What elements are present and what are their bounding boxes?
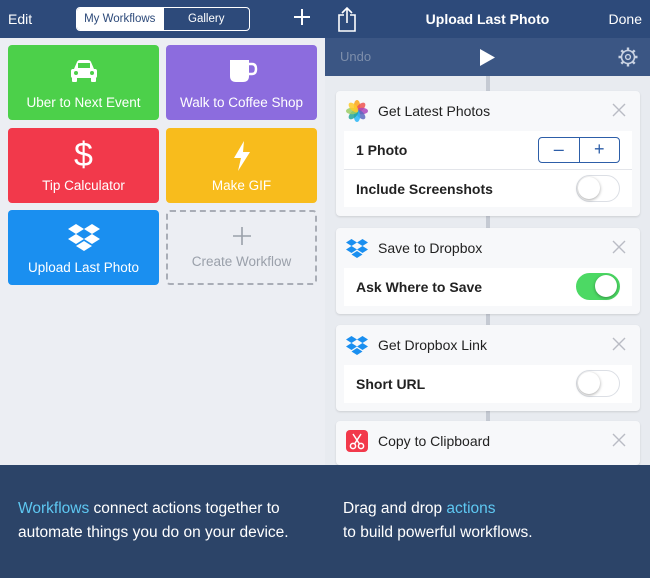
workflow-editor-screen: Upload Last Photo Done Undo Get Latest P… — [325, 0, 650, 465]
action-title: Copy to Clipboard — [378, 433, 491, 449]
action-card-header: Copy to Clipboard — [336, 421, 640, 461]
ask-where-to-save-label: Ask Where to Save — [356, 279, 483, 295]
action-card[interactable]: Save to Dropbox Ask Where to Save — [336, 228, 640, 314]
workflow-tile-label: Upload Last Photo — [27, 260, 140, 275]
workflow-tile[interactable]: Walk to Coffee Shop — [166, 45, 317, 120]
play-icon[interactable] — [479, 48, 496, 67]
caption-accent-workflows: Workflows — [18, 500, 90, 517]
workflow-title: Upload Last Photo — [425, 11, 550, 27]
dollar-icon: $ — [74, 136, 93, 174]
short-url-toggle[interactable] — [576, 370, 620, 397]
workflow-tile-label: Walk to Coffee Shop — [179, 95, 304, 110]
workflow-tile-label: Uber to Next Event — [26, 95, 141, 110]
plus-icon[interactable]: + — [578, 138, 620, 162]
close-icon[interactable] — [612, 240, 626, 254]
workflow-tile-label: Tip Calculator — [42, 178, 125, 193]
action-parameter-row: Include Screenshots — [344, 169, 632, 207]
action-title: Get Latest Photos — [378, 103, 491, 119]
action-title: Get Dropbox Link — [378, 337, 487, 353]
workflow-tile[interactable]: $ Tip Calculator — [8, 128, 159, 203]
caption-text: to build powerful workflows. — [343, 524, 533, 541]
caption-text: connect actions together to — [89, 500, 280, 517]
action-card-header: Save to Dropbox — [336, 228, 640, 268]
undo-button[interactable]: Undo — [340, 49, 371, 64]
lightning-icon — [233, 141, 250, 171]
dropbox-icon — [67, 224, 100, 251]
workflow-tile-label: Make GIF — [211, 178, 272, 193]
action-card[interactable]: Copy to Clipboard — [336, 421, 640, 465]
right-nav-bar: Upload Last Photo Done — [325, 0, 650, 38]
caption-text: Drag and drop — [343, 500, 447, 517]
include-screenshots-label: Include Screenshots — [356, 181, 493, 197]
action-parameter-row: 1 Photo – + — [344, 131, 632, 169]
close-icon[interactable] — [612, 103, 626, 117]
coffee-cup-icon — [229, 60, 257, 82]
toggle-knob — [595, 275, 617, 297]
caption-accent-actions: actions — [446, 500, 496, 517]
minus-icon[interactable]: – — [539, 138, 579, 162]
action-card-header: Get Latest Photos — [336, 91, 640, 131]
include-screenshots-toggle[interactable] — [576, 175, 620, 202]
action-parameter-row: Ask Where to Save — [344, 268, 632, 306]
short-url-label: Short URL — [356, 376, 426, 392]
action-card-header: Get Dropbox Link — [336, 325, 640, 365]
segment-my-workflows[interactable]: My Workflows — [77, 8, 163, 30]
dropbox-icon — [346, 336, 368, 355]
toggle-knob — [578, 372, 600, 394]
plus-icon — [232, 227, 251, 245]
editor-toolbar: Undo — [325, 38, 650, 76]
workflow-tile[interactable]: Uber to Next Event — [8, 45, 159, 120]
action-card[interactable]: Get Dropbox Link Short URL — [336, 325, 640, 411]
photos-icon — [346, 100, 368, 122]
dropbox-icon — [346, 239, 368, 258]
create-workflow-button[interactable]: Create Workflow — [166, 210, 317, 285]
ask-where-to-save-toggle[interactable] — [576, 273, 620, 300]
segment-gallery[interactable]: Gallery — [162, 8, 250, 30]
action-card[interactable]: Get Latest Photos 1 Photo – + Include Sc… — [336, 91, 640, 216]
edit-button[interactable]: Edit — [8, 11, 32, 27]
plus-icon[interactable] — [291, 6, 313, 28]
close-icon[interactable] — [612, 433, 626, 447]
done-button[interactable]: Done — [609, 11, 642, 27]
action-title: Save to Dropbox — [378, 240, 483, 256]
close-icon[interactable] — [612, 337, 626, 351]
toggle-knob — [578, 177, 600, 199]
scissors-icon — [346, 430, 368, 452]
create-workflow-label: Create Workflow — [191, 254, 292, 269]
photo-count-stepper: – + — [538, 137, 620, 163]
gear-icon[interactable] — [618, 47, 638, 67]
caption-text: automate things you do on your device. — [18, 524, 289, 541]
car-icon — [70, 60, 97, 82]
my-workflows-screen: Edit My Workflows Gallery Uber to Next E… — [0, 0, 325, 465]
workflow-segment-control: My Workflows Gallery — [76, 7, 250, 31]
left-nav-bar: Edit My Workflows Gallery — [0, 0, 325, 38]
workflow-tile[interactable]: Upload Last Photo — [8, 210, 159, 285]
workflow-tile[interactable]: Make GIF — [166, 128, 317, 203]
right-caption: Drag and drop actions to build powerful … — [343, 497, 533, 545]
left-caption: Workflows connect actions together to au… — [18, 497, 289, 545]
action-parameter-row: Short URL — [344, 365, 632, 403]
photo-count-label: 1 Photo — [356, 142, 408, 158]
